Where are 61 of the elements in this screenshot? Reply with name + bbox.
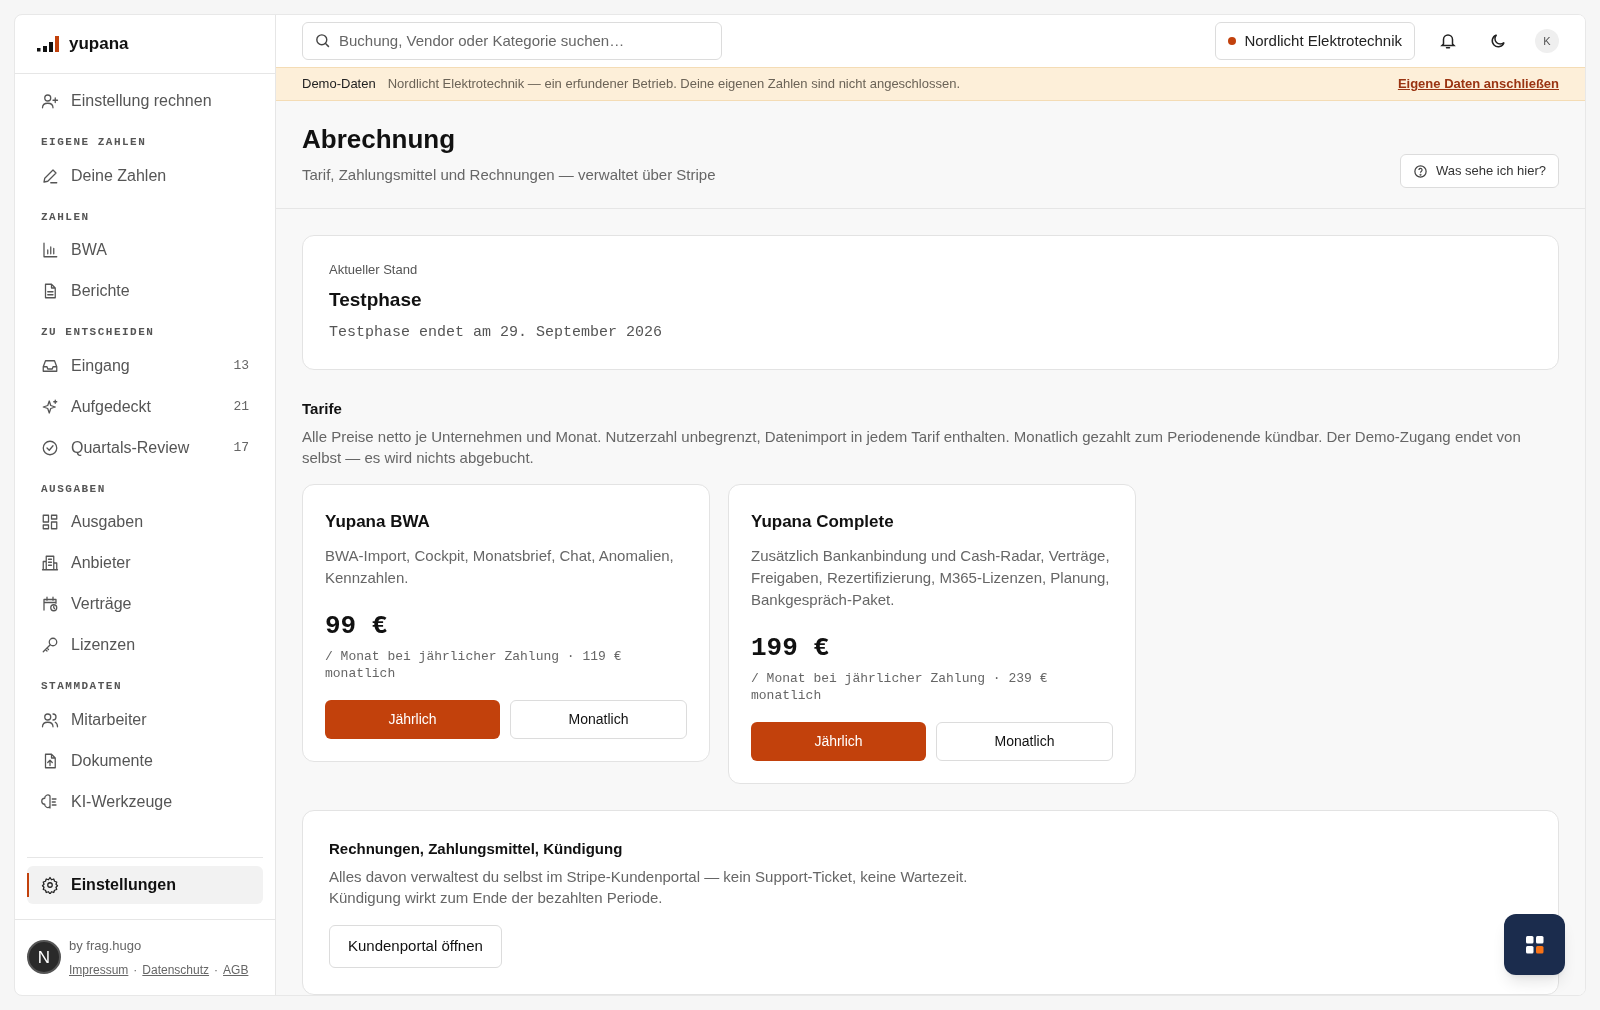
- separator-dot: ·: [133, 962, 138, 979]
- footer-link[interactable]: Datenschutz: [142, 961, 210, 979]
- plan-price: 99 €: [325, 609, 389, 643]
- section-heading: ZAHLEN: [40, 209, 91, 225]
- sidebar-item[interactable]: Aufgedeckt 21: [27, 387, 263, 426]
- sidebar-item[interactable]: Dokumente: [27, 741, 263, 780]
- section-heading: STAMMDATEN: [40, 679, 123, 694]
- brand-name: yupana: [69, 33, 129, 56]
- portal-text: Alles davon verwaltest du selbst im Stripe-Kundenportal — kein Support-Ticket, keine Wartezeit.: [329, 867, 969, 887]
- customer-portal-button[interactable]: Kundenportal öffnen: [329, 925, 502, 968]
- sidebar-item[interactable]: Lizenzen: [27, 626, 263, 664]
- billing-option-button[interactable]: Jährlich: [325, 699, 500, 739]
- section-heading: AUSGABEN: [40, 481, 107, 497]
- status-title: Testphase: [329, 287, 423, 312]
- price-note: / Monat bei jährlicher Zahlung · 119 € monatlich: [325, 647, 623, 682]
- plan-description: BWA-Import, Cockpit, Monatsbrief, Chat, Anomalien, Kennzahlen.: [325, 545, 675, 588]
- banner-label: Demo-Daten: [302, 75, 376, 94]
- sidebar-item[interactable]: Deine Zahlen: [27, 156, 263, 195]
- plan-description: Zusätzlich Bankanbindung und Cash-Radar, Verträge, Freigaben, Rezertifizierung, M365-Lizenzen, Planung, Bankgespräch-Paket.: [751, 545, 1111, 610]
- sidebar-item[interactable]: Verträge: [27, 585, 263, 623]
- billing-option-button[interactable]: Monatlich: [936, 721, 1113, 761]
- section-description: Alle Preise netto je Unternehmen und Monat. Nutzerzahl unbegrenzt, Datenimport in jedem Tarif enthalten. Monatlich gezahlt zum Periodenende kündbar. Der Demo-Zugang endet von selbst — es wird nichts abgebucht.: [302, 427, 1522, 468]
- sidebar-item[interactable]: KI-Werkzeuge: [27, 782, 263, 821]
- search-field[interactable]: Buchung, Vendor oder Kategorie suchen…: [302, 21, 722, 60]
- connect-data-link[interactable]: Eigene Daten anschließen: [1397, 74, 1559, 94]
- billing-option-button[interactable]: Jährlich: [751, 721, 926, 761]
- company-switcher[interactable]: Nordlicht Elektrotechnik: [1215, 21, 1415, 60]
- sidebar-item[interactable]: Mitarbeiter: [27, 700, 263, 739]
- section-title: Tarife: [302, 398, 343, 419]
- price-note: / Monat bei jährlicher Zahlung · 239 € monatlich: [751, 669, 1049, 704]
- section-heading: ZU ENTSCHEIDEN: [40, 325, 156, 340]
- footer-link[interactable]: Impressum: [69, 961, 129, 979]
- plan-price: 199 €: [751, 631, 830, 665]
- sidebar-item[interactable]: Einstellungen: [27, 865, 263, 904]
- sidebar-item[interactable]: Anbieter: [27, 544, 263, 582]
- user-avatar[interactable]: K: [1535, 28, 1559, 53]
- dev-badge[interactable]: N: [27, 940, 61, 975]
- separator-dot: ·: [214, 962, 219, 979]
- credit-text: by frag.hugo: [69, 936, 143, 955]
- item-count: 13: [233, 356, 249, 375]
- portal-title: Rechnungen, Zahlungsmittel, Kündigung: [329, 838, 624, 859]
- sidebar-item[interactable]: Berichte: [27, 272, 263, 310]
- plan-name: Yupana Complete: [751, 511, 895, 533]
- billing-option-button[interactable]: Monatlich: [510, 699, 687, 739]
- item-count: 21: [233, 397, 249, 416]
- page-subtitle: Tarif, Zahlungsmittel und Rechnungen — verwaltet über Stripe: [302, 164, 717, 185]
- page-title: Abrechnung: [302, 123, 457, 156]
- footer-link[interactable]: AGB: [223, 961, 249, 979]
- portal-text: Kündigung wirkt zum Ende der bezahlten Periode.: [329, 888, 664, 908]
- sidebar-item[interactable]: BWA: [27, 231, 263, 269]
- help-button[interactable]: Was sehe ich hier?: [1399, 154, 1559, 188]
- sidebar-item[interactable]: Eingang 13: [27, 346, 263, 385]
- sidebar-item[interactable]: Ausgaben: [27, 503, 263, 541]
- banner-text: Nordlicht Elektrotechnik — ein erfundener Betrieb. Deine eigenen Zahlen sind nicht angeschlossen.: [387, 75, 962, 94]
- section-heading: EIGENE ZAHLEN: [40, 135, 148, 150]
- status-detail: Testphase endet am 29. September 2026: [329, 323, 664, 343]
- sidebar-item[interactable]: Quartals-Review 17: [27, 428, 263, 467]
- status-label: Aktueller Stand: [329, 261, 419, 279]
- sidebar-item[interactable]: Einstellung rechnen: [27, 82, 263, 120]
- plan-name: Yupana BWA: [325, 511, 431, 533]
- item-count: 17: [233, 438, 249, 457]
